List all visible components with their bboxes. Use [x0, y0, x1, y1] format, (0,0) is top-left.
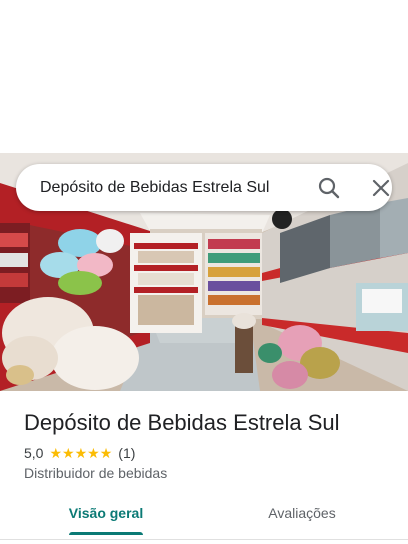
rating-row[interactable]: 5,0 ★ ★ ★ ★ ★ (1) — [24, 444, 135, 462]
top-blank-area — [0, 0, 408, 153]
place-title: Depósito de Bebidas Estrela Sul — [24, 410, 340, 435]
place-category: Distribuidor de bebidas — [24, 465, 168, 481]
search-icon[interactable] — [316, 175, 342, 201]
star-icon: ★ — [49, 445, 63, 461]
star-icon: ★ — [87, 445, 100, 461]
star-icon: ★ — [74, 445, 88, 461]
tab-reviews[interactable]: Avaliações — [250, 496, 354, 536]
tab-bar: Visão geral Avaliações — [0, 496, 408, 536]
review-count[interactable]: (1) — [118, 445, 135, 461]
search-bar[interactable]: Depósito de Bebidas Estrela Sul — [16, 164, 392, 211]
rating-value: 5,0 — [24, 445, 44, 461]
star-rating: ★ ★ ★ ★ ★ — [49, 446, 112, 460]
tabs-divider — [0, 539, 408, 540]
active-tab-indicator — [69, 532, 143, 535]
star-icon: ★ — [99, 445, 113, 461]
close-icon[interactable] — [368, 175, 394, 201]
tab-overview[interactable]: Visão geral — [52, 496, 160, 536]
search-input[interactable]: Depósito de Bebidas Estrela Sul — [40, 164, 269, 211]
star-icon: ★ — [62, 445, 75, 461]
